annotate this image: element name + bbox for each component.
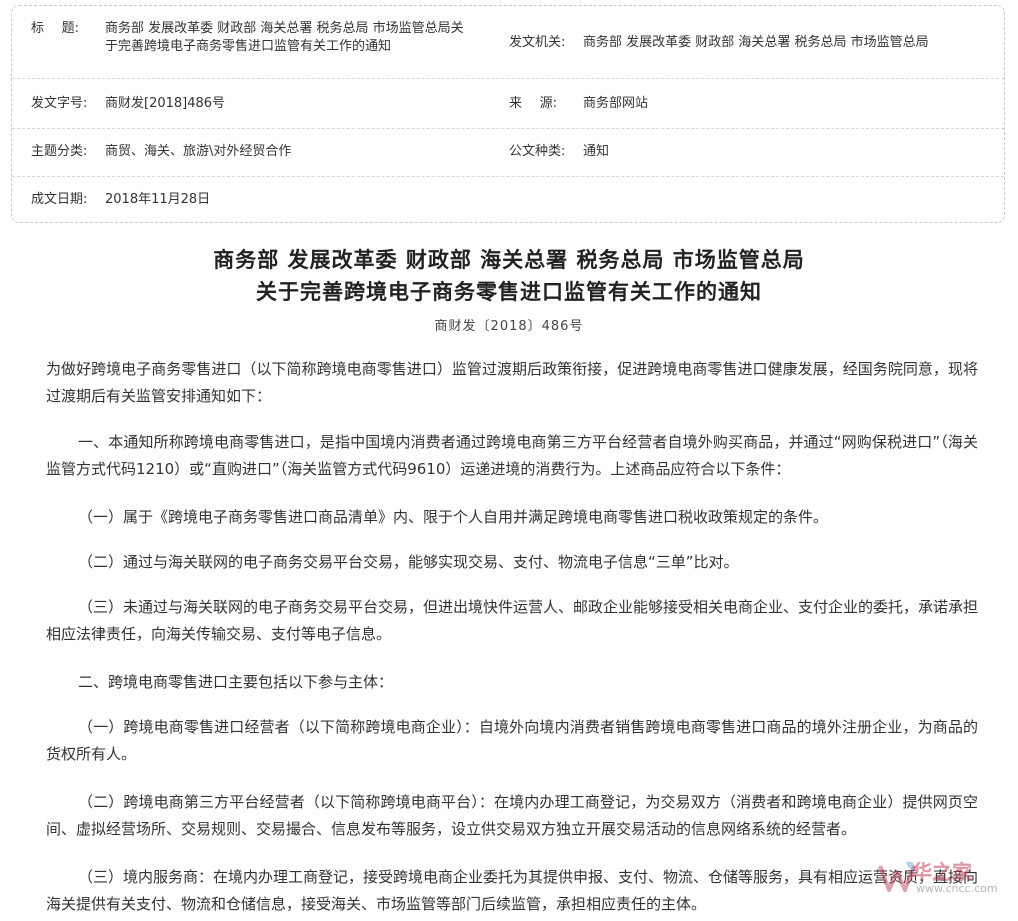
meta-row-title: 标 题: 商务部 发展改革委 财政部 海关总署 税务总局 市场监管总局关 于完善… (12, 6, 1004, 79)
meta-row-topic: 主题分类: 商贸、海关、旅游\对外经贸合作 公文种类: 通知 (12, 128, 1004, 177)
meta-topic-label: 主题分类: (31, 144, 88, 159)
document-title-line1: 商务部 发展改革委 财政部 海关总署 税务总局 市场监管总局 (213, 247, 805, 272)
meta-row-docno: 发文字号: 商财发[2018]486号 来 源: 商务部网站 (12, 78, 1004, 129)
watermark-name: 华之家 (912, 860, 972, 884)
meta-date-label: 成文日期: (31, 192, 88, 207)
body-paragraph-section2: 二、跨境电商零售进口主要包括以下参与主体： (78, 673, 394, 691)
body-paragraph-1-1: （一）属于《跨境电子商务零售进口商品清单》内、限于个人自用并满足跨境电商零售进口… (78, 508, 829, 526)
meta-docno-value: 商财发[2018]486号 (105, 96, 226, 111)
watermark: 华之家 www.cncc.com (876, 850, 1006, 910)
body-paragraph-2-2: （二）跨境电商第三方平台经营者（以下简称跨境电商平台）：在境内办理工商登记，为交… (46, 793, 978, 838)
meta-docno-label: 发文字号: (31, 96, 88, 111)
meta-type-label: 公文种类: (509, 144, 566, 159)
meta-date-value: 2018年11月28日 (105, 192, 211, 207)
body-paragraph-1-2: （二）通过与海关联网的电子商务交易平台交易，能够实现交易、支付、物流电子信息“三… (78, 553, 739, 571)
watermark-url: www.cncc.com (916, 882, 998, 895)
meta-source-value: 商务部网站 (583, 96, 649, 111)
body-paragraph-section1: 一、本通知所称跨境电商零售进口，是指中国境内消费者通过跨境电商第三方平台经营者自… (46, 433, 978, 478)
document-title-line2: 关于完善跨境电子商务零售进口监管有关工作的通知 (256, 279, 762, 304)
meta-type-value: 通知 (583, 144, 610, 159)
body-paragraph-2-3: （三）境内服务商：在境内办理工商登记，接受跨境电商企业委托为其提供申报、支付、物… (46, 868, 979, 913)
body-paragraph-1-3: （三）未通过与海关联网的电子商务交易平台交易，但进出境快件运营人、邮政企业能够接… (46, 598, 979, 643)
meta-issuer-value: 商务部 发展改革委 财政部 海关总署 税务总局 市场监管总局 (583, 35, 929, 50)
body-paragraph-2-1: （一）跨境电商零售进口经营者（以下简称跨境电商企业）：自境外向境内消费者销售跨境… (46, 718, 978, 763)
meta-row-date: 成文日期: 2018年11月28日 (12, 176, 1004, 222)
meta-title-label: 标 题: (31, 21, 79, 36)
meta-issuer-label: 发文机关: (509, 35, 566, 50)
body-paragraph-intro: 为做好跨境电子商务零售进口（以下简称跨境电商零售进口）监管过渡期后政策衔接，促进… (46, 360, 978, 405)
document-number: 商财发〔2018〕486号 (434, 319, 584, 334)
meta-topic-value: 商贸、海关、旅游\对外经贸合作 (105, 144, 292, 159)
meta-source-label: 来 源: (509, 96, 557, 111)
meta-title-value: 商务部 发展改革委 财政部 海关总署 税务总局 市场监管总局关 于完善跨境电子商… (105, 21, 464, 54)
document-metadata-box: 标 题: 商务部 发展改革委 财政部 海关总署 税务总局 市场监管总局关 于完善… (11, 5, 1005, 223)
